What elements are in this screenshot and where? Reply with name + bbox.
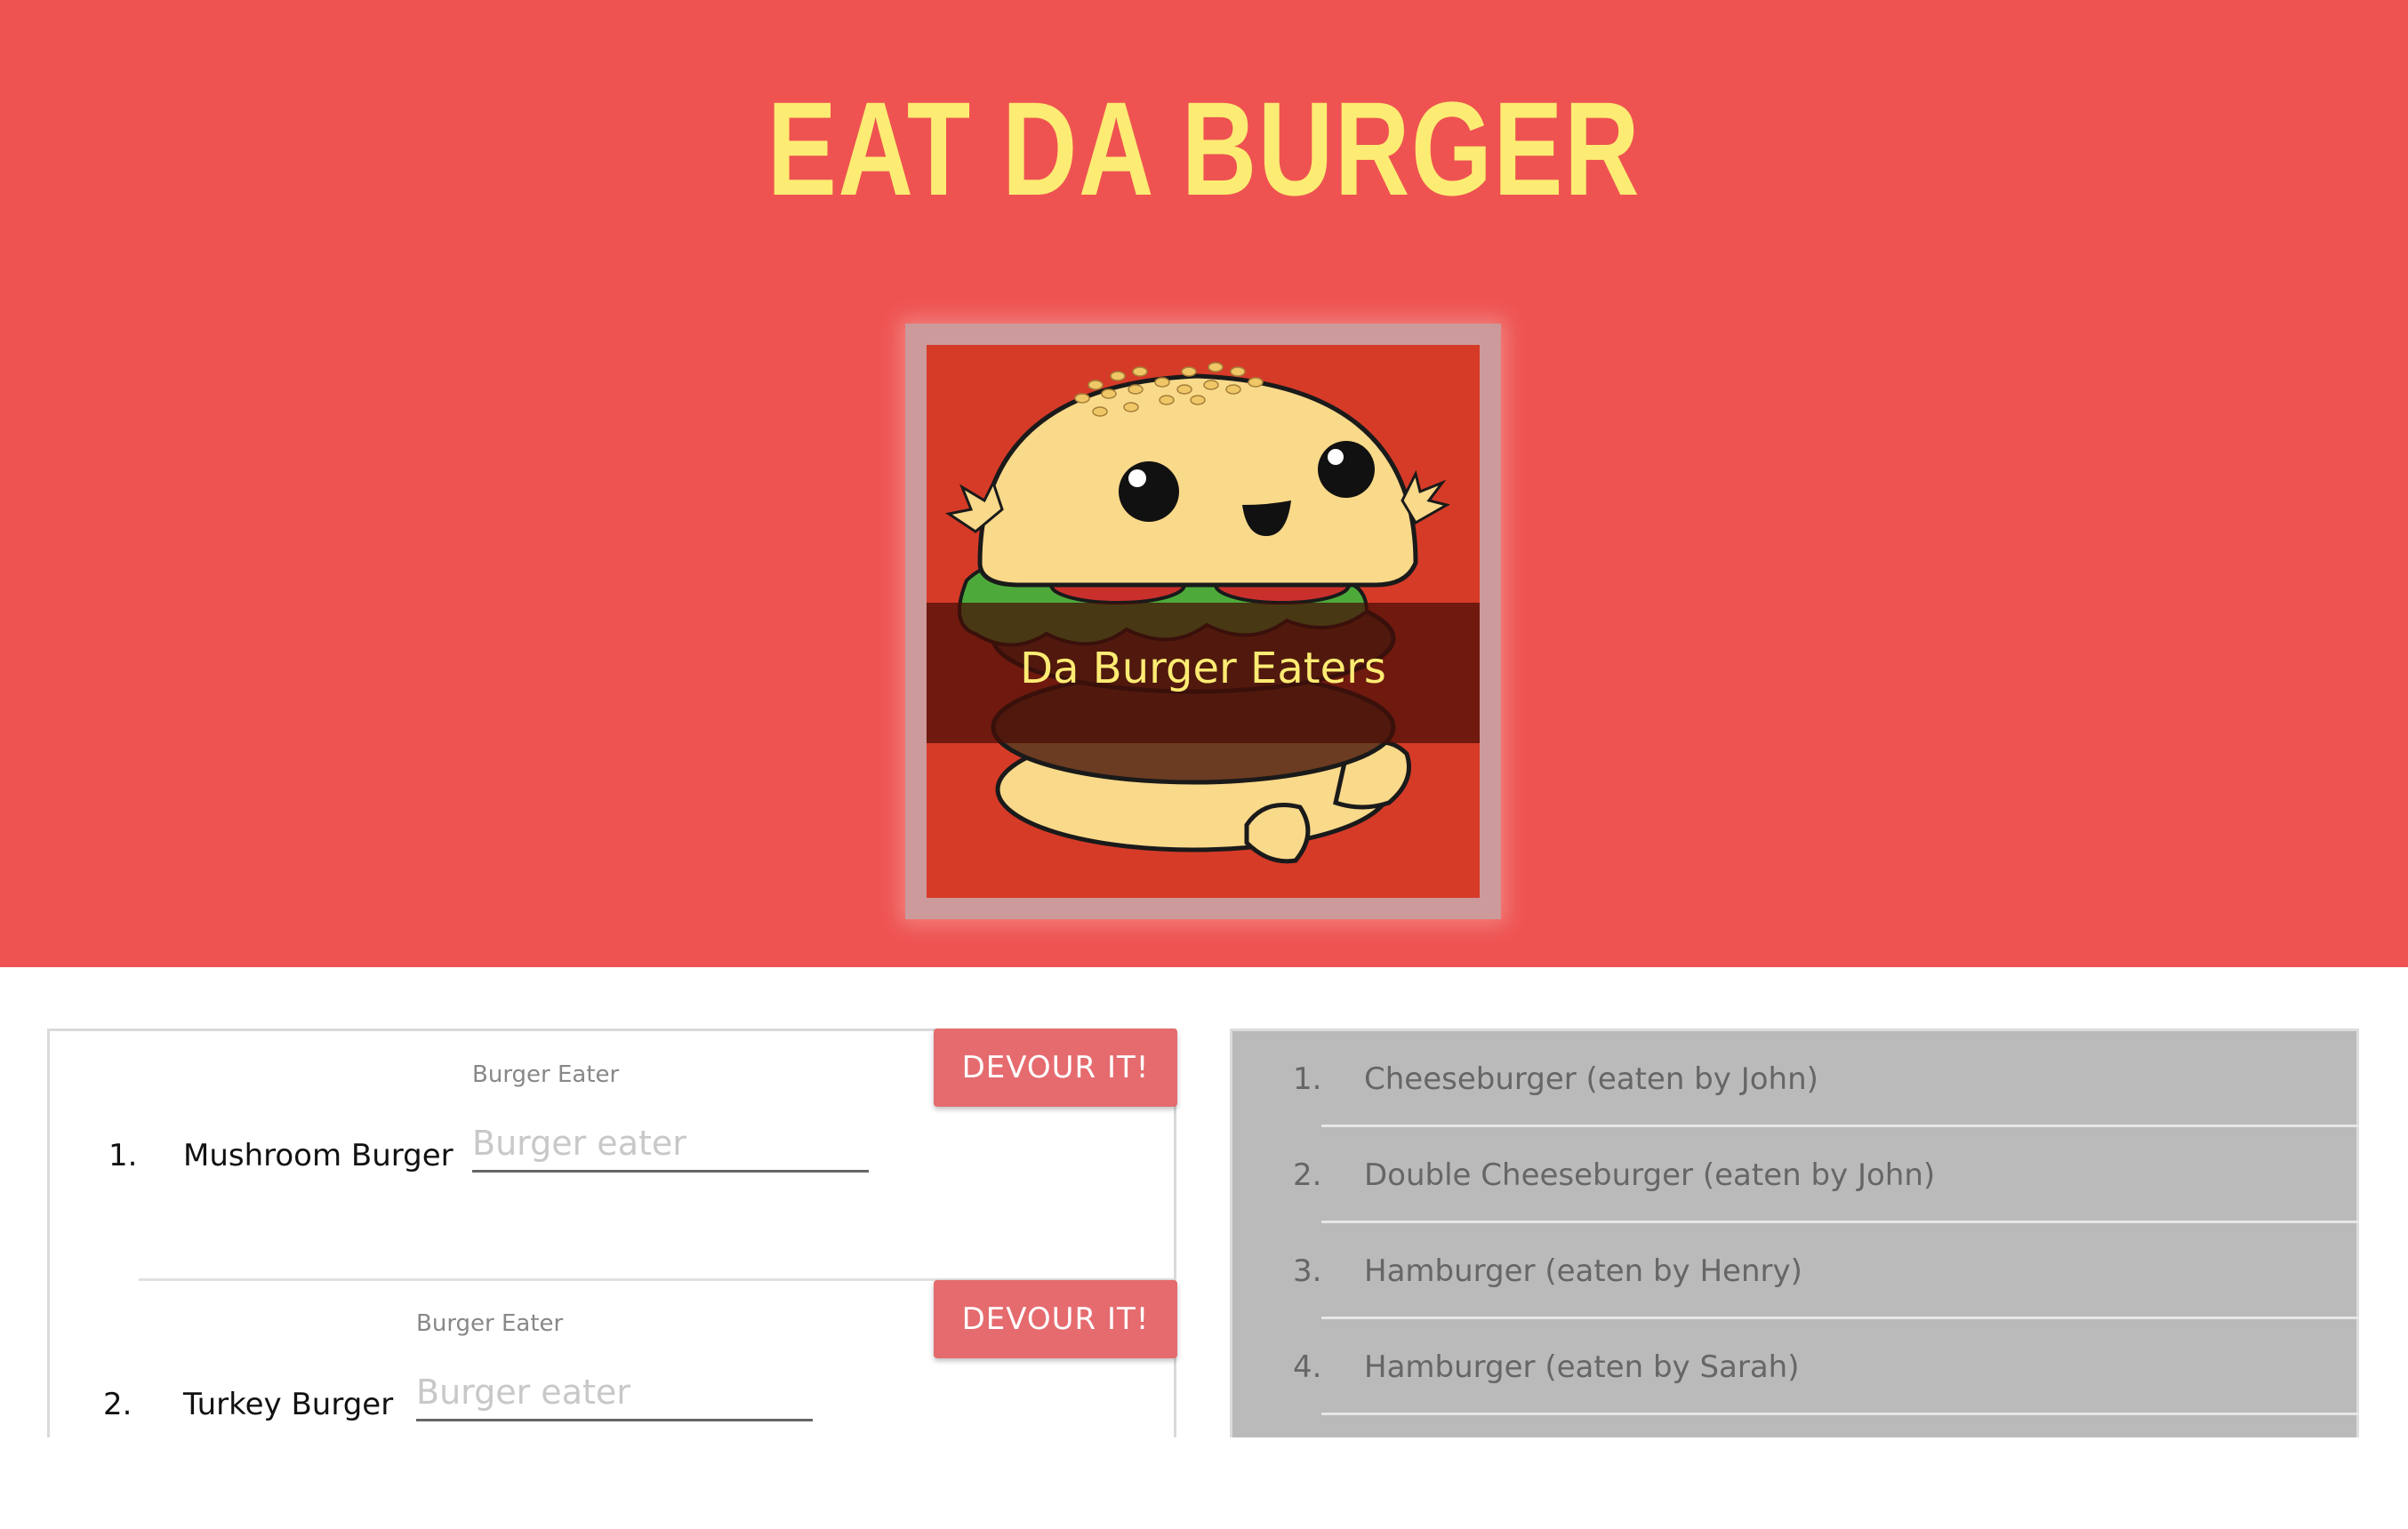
item-number: 1. [1293,1061,1322,1097]
list-item: 2. Double Cheeseburger (eaten by John) [1232,1127,2359,1223]
page-title: EAT DA BURGER [767,74,1641,223]
devour-button[interactable]: DEVOUR IT! [934,1280,1177,1358]
burger-eater-input[interactable] [472,1117,869,1173]
burger-eater-label: Burger Eater [472,1061,620,1088]
item-number: 2. [1293,1157,1322,1193]
devour-button[interactable]: DEVOUR IT! [934,1029,1177,1107]
item-number: 3. [1293,1253,1322,1289]
burger-eater-input[interactable] [416,1365,813,1421]
burger-name: Turkey Burger [183,1387,394,1422]
burger-logo: Da Burger Eaters [927,345,1480,898]
list-item: 4. Hamburger (eaten by Sarah) [1232,1319,2359,1415]
list-item: 1. Mushroom Burger Burger Eater DEVOUR I… [50,1029,1177,1280]
item-number: 1. [108,1138,138,1173]
hero-banner: EAT DA BURGER Da Burger Eaters [0,0,2408,967]
devoured-burger-text: Hamburger (eaten by Sarah) [1364,1349,1800,1385]
row-divider [1321,1413,2359,1415]
devoured-burgers-panel: 1. Cheeseburger (eaten by John) 2. Doubl… [1230,1029,2359,1437]
burgers-to-eat-panel: 1. Mushroom Burger Burger Eater DEVOUR I… [47,1029,1177,1437]
devoured-burger-text: Cheeseburger (eaten by John) [1364,1061,1818,1097]
logo-frame: Da Burger Eaters [905,324,1501,919]
devoured-burger-text: Hamburger (eaten by Henry) [1364,1253,1802,1289]
burger-eater-label: Burger Eater [416,1310,564,1337]
list-item: 1. Cheeseburger (eaten by John) [1232,1031,2359,1127]
item-number: 4. [1293,1349,1322,1385]
list-item: 3. Hamburger (eaten by Henry) [1232,1223,2359,1319]
logo-caption: Da Burger Eaters [1020,644,1386,693]
devoured-burger-text: Double Cheeseburger (eaten by John) [1364,1157,1936,1193]
item-number: 2. [103,1387,132,1422]
list-item: 2. Turkey Burger Burger Eater DEVOUR IT! [50,1280,1177,1529]
burger-name: Mushroom Burger [183,1138,454,1173]
